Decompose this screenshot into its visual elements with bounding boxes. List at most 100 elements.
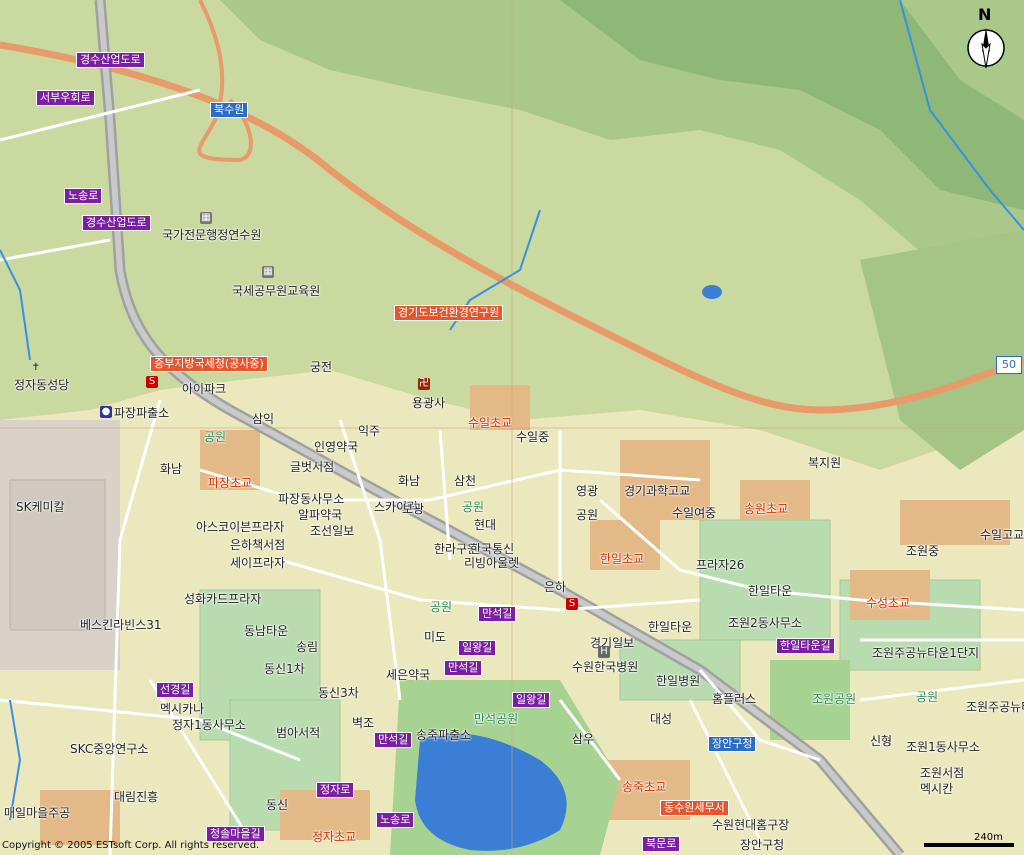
place-label[interactable]: 조원중 [906, 544, 939, 558]
place-label[interactable]: 아스코이븐프라자 [196, 520, 284, 534]
place-label[interactable]: 조선일보 [310, 524, 354, 538]
road-label[interactable]: 경수산업도로 [76, 52, 145, 68]
road-label[interactable]: 선경길 [156, 682, 195, 698]
place-label[interactable]: 화남 [160, 462, 182, 476]
place-label[interactable]: 조원주공뉴타운 [966, 700, 1024, 714]
place-label[interactable]: 아이파크 [182, 382, 226, 396]
place-label[interactable]: SKC중앙연구소 [70, 742, 148, 756]
place-label[interactable]: 홈플러스 [712, 692, 756, 706]
place-label[interactable]: 경기과학고교 [624, 484, 690, 498]
place-label[interactable]: 송죽파출소 [416, 728, 471, 742]
place-label[interactable]: 수성초교 [866, 596, 910, 610]
place-label[interactable]: 파장파출소 [114, 406, 169, 420]
place-label[interactable]: 정자1동사무소 [172, 718, 246, 732]
temple-icon[interactable]: 卍 [418, 378, 430, 390]
place-label[interactable]: 은하책서점 [230, 538, 285, 552]
place-label[interactable]: 대성 [650, 712, 672, 726]
road-label[interactable]: 일왕길 [458, 640, 497, 656]
road-label[interactable]: 장안구청 [708, 736, 757, 752]
place-label[interactable]: 파장동사무소 [278, 492, 344, 506]
place-label[interactable]: 신형 [870, 734, 892, 748]
place-label[interactable]: 미도 [424, 630, 446, 644]
place-label[interactable]: 삼우 [572, 732, 594, 746]
road-label[interactable]: 경수산업도로 [82, 215, 151, 231]
place-label[interactable]: 수일초교 [468, 416, 512, 430]
place-label[interactable]: 수일여중 [672, 506, 716, 520]
place-label[interactable]: 은하 [544, 580, 566, 594]
place-label[interactable]: 공원 [576, 508, 598, 522]
building-icon[interactable]: ▦ [200, 212, 212, 224]
road-label[interactable]: 만석길 [478, 606, 517, 622]
place-label[interactable]: 용광사 [412, 396, 445, 410]
place-label[interactable]: 궁전 [310, 360, 332, 374]
place-label[interactable]: 수원한국병원 [572, 660, 638, 674]
place-label[interactable]: 공원 [462, 500, 484, 514]
place-label[interactable]: 알파약국 [298, 508, 342, 522]
place-label[interactable]: 대림진흥 [114, 790, 158, 804]
place-label[interactable]: 세은약국 [386, 668, 430, 682]
place-label-poi[interactable]: 경기도보건환경연구원 [394, 305, 504, 321]
road-label[interactable]: 노송로 [376, 812, 415, 828]
place-label[interactable]: 조원주공뉴타운1단지 [872, 646, 979, 660]
place-label[interactable]: 정자초교 [312, 830, 356, 844]
place-label[interactable]: 영광 [576, 484, 598, 498]
place-label[interactable]: 화남 [398, 474, 420, 488]
road-label[interactable]: 노송로 [64, 188, 103, 204]
place-label[interactable]: 리빙아울렛 [464, 556, 519, 570]
place-label[interactable]: 현대 [474, 518, 496, 532]
place-label[interactable]: 송원초교 [744, 502, 788, 516]
place-label[interactable]: 세이프라자 [230, 556, 285, 570]
place-label[interactable]: 인영약국 [314, 440, 358, 454]
place-label[interactable]: 조원1동사무소 [906, 740, 980, 754]
road-label[interactable]: 서부우회로 [36, 90, 95, 106]
hospital-icon[interactable]: H [598, 646, 610, 658]
place-label[interactable]: 장안구청 [740, 838, 784, 852]
road-label[interactable]: 만석길 [444, 660, 483, 676]
place-label[interactable]: 송림 [296, 640, 318, 654]
building-icon[interactable]: ▦ [262, 266, 274, 278]
gas-station-icon[interactable]: S [566, 598, 578, 610]
place-label[interactable]: 동신1차 [264, 662, 305, 676]
road-label[interactable]: 정자로 [316, 782, 355, 798]
place-label[interactable]: 공원 [204, 430, 226, 444]
place-label-poi[interactable]: 중부지방국세청(공사중) [150, 356, 268, 372]
place-label[interactable]: 매일마을주공 [4, 806, 70, 820]
place-label[interactable]: 삼익 [252, 412, 274, 426]
place-label[interactable]: 파장초교 [208, 476, 252, 490]
place-label[interactable]: 범아서적 [276, 726, 320, 740]
place-label[interactable]: 조원공원 [812, 692, 856, 706]
place-label[interactable]: 수일중 [516, 430, 549, 444]
road-label[interactable]: 한일타운길 [776, 638, 835, 654]
place-label[interactable]: 송죽초교 [622, 780, 666, 794]
place-label[interactable]: 동남타운 [244, 624, 288, 638]
place-label[interactable]: 조원서점 [920, 766, 964, 780]
place-label[interactable]: 멕시칸 [920, 782, 953, 796]
place-label[interactable]: 베스킨라빈스31 [80, 618, 162, 632]
place-label[interactable]: 한일타운 [748, 584, 792, 598]
place-label[interactable]: 한국통신 [470, 542, 514, 556]
place-label[interactable]: 한일병원 [656, 674, 700, 688]
road-label[interactable]: 북수원 [210, 102, 249, 118]
place-label[interactable]: 경기일보 [590, 636, 634, 650]
place-label[interactable]: 한일초교 [600, 552, 644, 566]
place-label[interactable]: 익주 [358, 424, 380, 438]
place-label[interactable]: 공원 [916, 690, 938, 704]
place-label[interactable]: 조원2동사무소 [728, 616, 802, 630]
place-label-poi[interactable]: 동수원세무서 [660, 800, 729, 816]
place-label[interactable]: 동신 [266, 798, 288, 812]
place-label[interactable]: 한일타운 [648, 620, 692, 634]
place-label[interactable]: 수일고교 [980, 528, 1024, 542]
place-label[interactable]: 수원현대홈구장 [712, 818, 789, 832]
place-label[interactable]: 삼천 [454, 474, 476, 488]
place-label[interactable]: 동신3차 [318, 686, 359, 700]
gas-station-icon[interactable]: S [146, 376, 158, 388]
road-label[interactable]: 만석길 [374, 732, 413, 748]
place-label[interactable]: 국세공무원교육원 [232, 284, 320, 298]
place-label[interactable]: 복지원 [808, 456, 841, 470]
place-label[interactable]: 벽조 [352, 716, 374, 730]
place-label[interactable]: 공원 [430, 600, 452, 614]
road-label[interactable]: 일왕길 [512, 692, 551, 708]
place-label[interactable]: 국가전문행정연수원 [162, 228, 261, 242]
place-label[interactable]: 프라자26 [696, 558, 744, 572]
police-icon[interactable]: ● [100, 406, 112, 418]
